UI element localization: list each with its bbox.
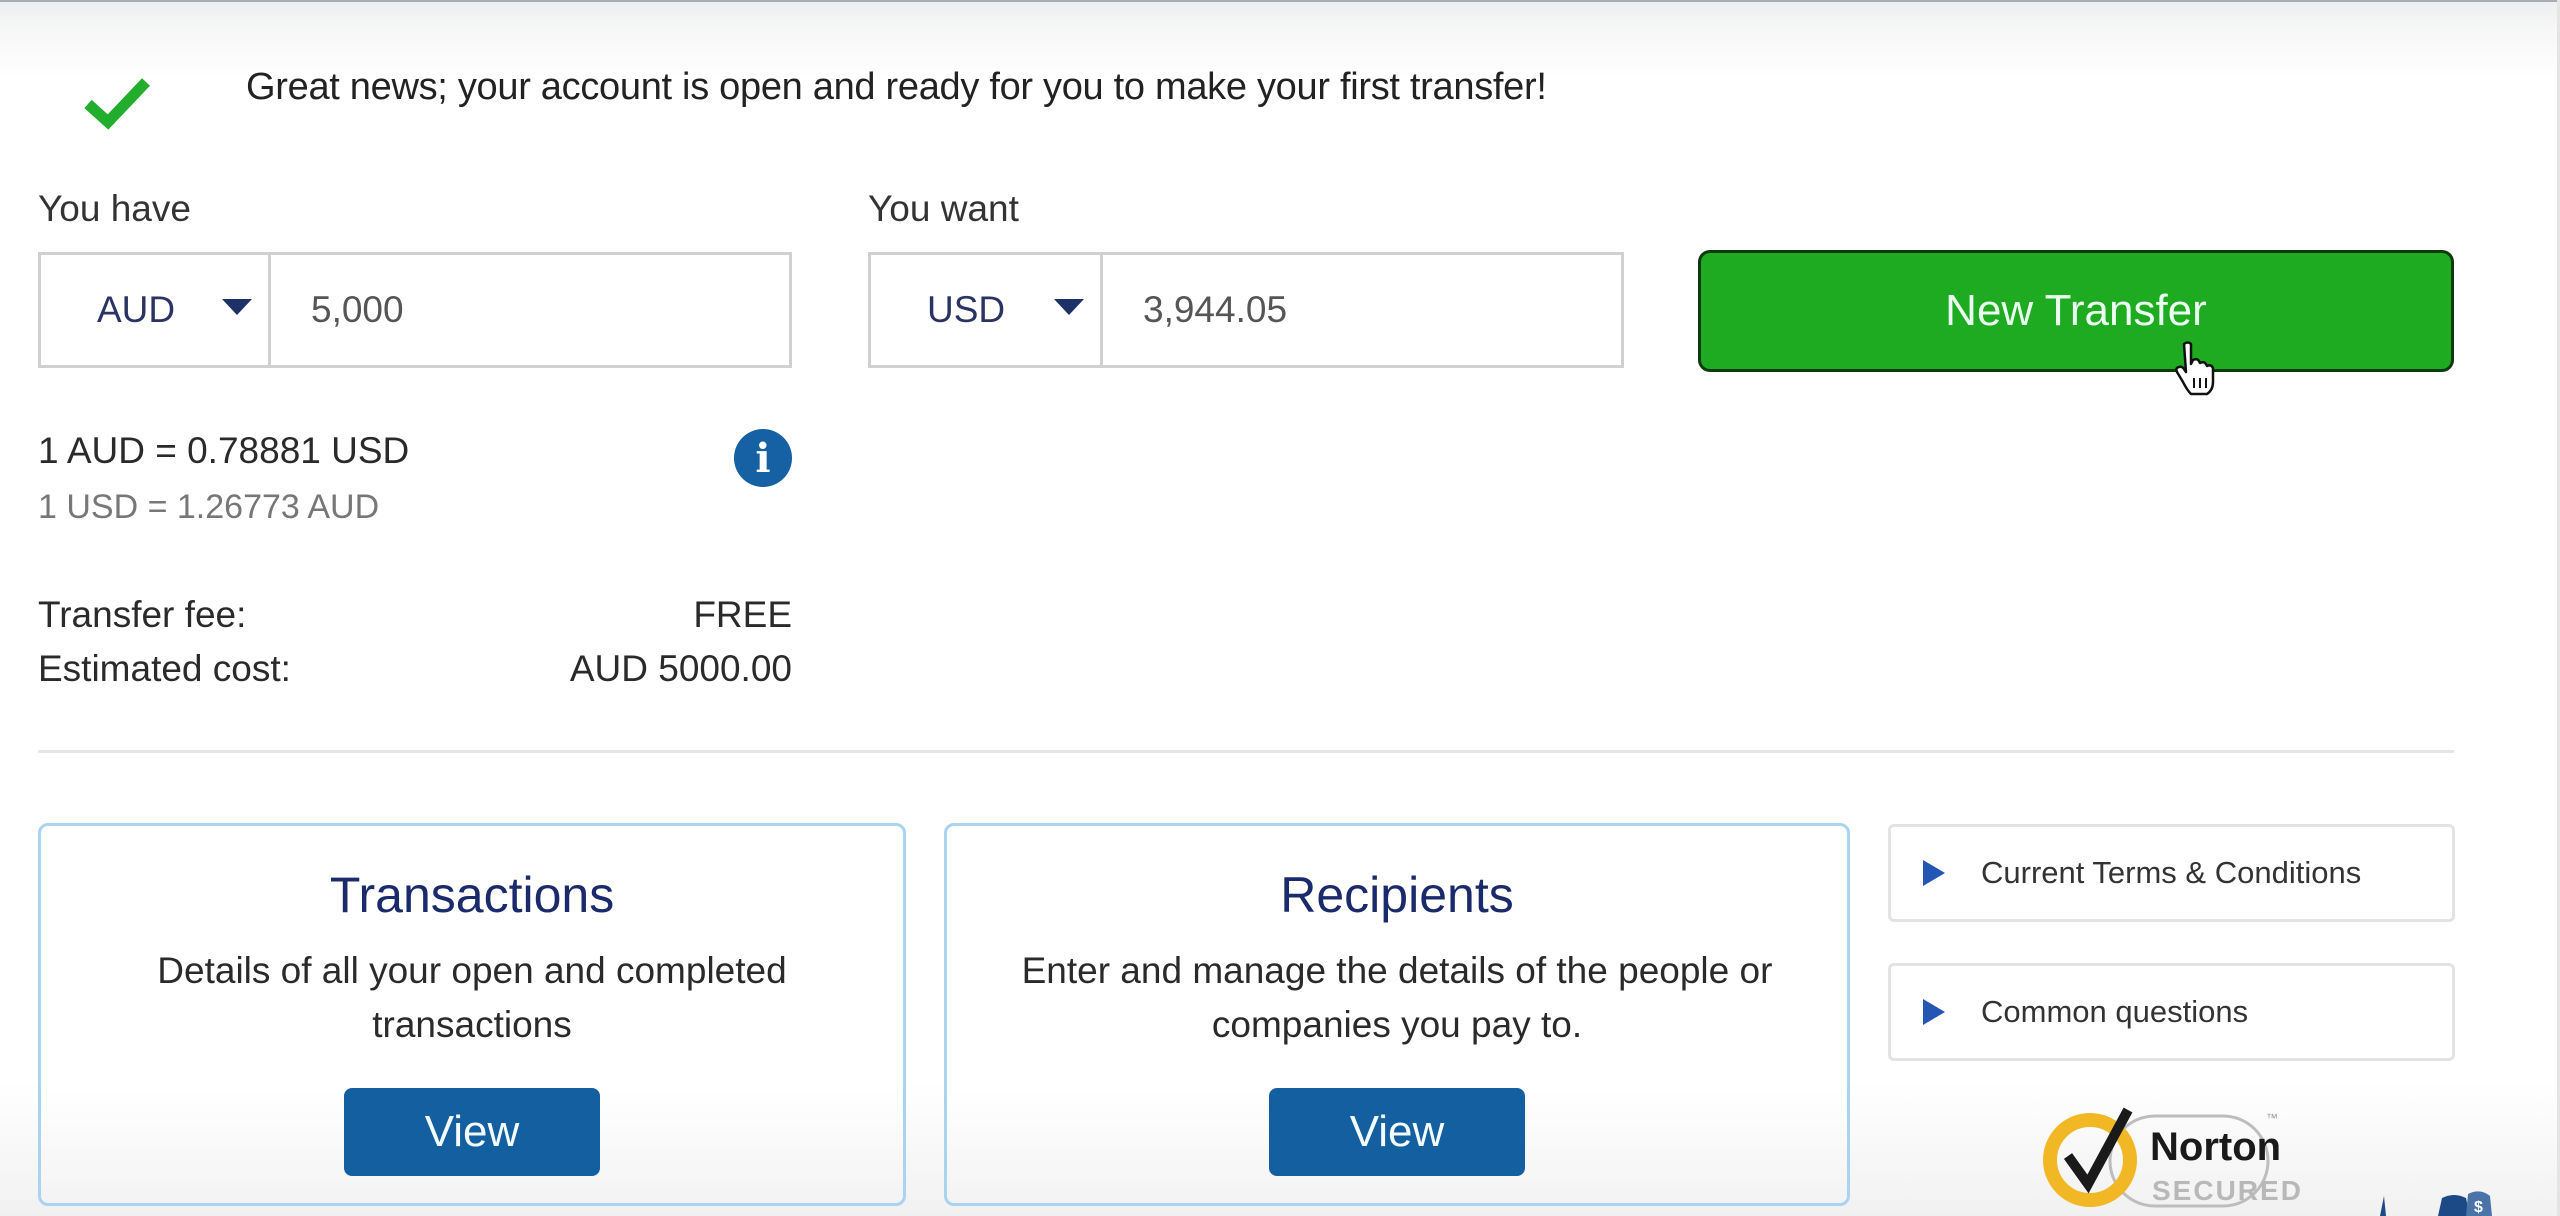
transactions-description: Details of all your open and completed t… [157, 950, 787, 1045]
exchange-rate: 1 AUD = 0.78881 USD [38, 430, 410, 471]
chevron-down-icon [222, 299, 252, 315]
section-divider [38, 750, 2454, 753]
you-want-label: You want [868, 188, 1019, 229]
success-message: Great news; your account is open and rea… [246, 66, 1547, 108]
want-currency-code: USD [927, 289, 1006, 330]
svg-text:$: $ [2474, 1199, 2483, 1216]
want-amount-input[interactable] [1103, 255, 1621, 365]
common-questions-label: Common questions [1981, 994, 2249, 1029]
norton-tm: ™ [2266, 1111, 2278, 1125]
inverse-exchange-rate: 1 USD = 1.26773 AUD [38, 488, 380, 526]
new-transfer-button[interactable]: New Transfer [1698, 250, 2454, 372]
transfer-fee-label: Transfer fee: [38, 594, 247, 635]
chevron-down-icon [1054, 299, 1084, 315]
view-transactions-button[interactable]: View [344, 1088, 600, 1176]
checkmark-icon [84, 78, 150, 130]
norton-name: Norton [2150, 1125, 2281, 1169]
transfer-fee-row: Transfer fee: FREE [38, 594, 792, 636]
have-currency-code: AUD [97, 289, 176, 330]
transactions-card: Transactions Details of all your open an… [38, 823, 906, 1206]
hand-cursor-icon [2175, 341, 2215, 396]
want-currency-select[interactable]: USD [871, 255, 1103, 365]
transactions-title: Transactions [329, 867, 615, 923]
recipients-description: Enter and manage the details of the peop… [1021, 950, 1773, 1045]
window-top-border [0, 0, 2560, 2]
recipients-card: Recipients Enter and manage the details … [944, 823, 1850, 1206]
estimated-cost-label: Estimated cost: [38, 648, 291, 689]
you-want-group: USD [868, 252, 1624, 368]
norton-sub: SECURED [2152, 1175, 2300, 1206]
you-have-group: AUD [38, 252, 792, 368]
recipients-title: Recipients [1280, 867, 1514, 923]
have-currency-select[interactable]: AUD [41, 255, 271, 365]
you-have-label: You have [38, 188, 191, 229]
estimated-cost-value: AUD 5000.00 [569, 648, 792, 689]
estimated-cost-row: Estimated cost: AUD 5000.00 [38, 648, 792, 690]
have-amount-input[interactable] [271, 255, 789, 365]
common-questions-link[interactable]: Common questions [1888, 963, 2455, 1061]
view-recipients-button[interactable]: View [1269, 1088, 1525, 1176]
norton-secured-badge[interactable]: Norton SECURED ™ [2040, 1100, 2300, 1216]
brand-logo-icon: $ [2380, 1191, 2492, 1216]
transfer-fee-value: FREE [693, 594, 792, 635]
triangle-right-icon [1923, 999, 1945, 1025]
terms-conditions-link[interactable]: Current Terms & Conditions [1888, 824, 2455, 922]
triangle-right-icon [1923, 860, 1945, 886]
info-icon[interactable]: i [734, 429, 792, 487]
terms-conditions-label: Current Terms & Conditions [1981, 855, 2362, 890]
